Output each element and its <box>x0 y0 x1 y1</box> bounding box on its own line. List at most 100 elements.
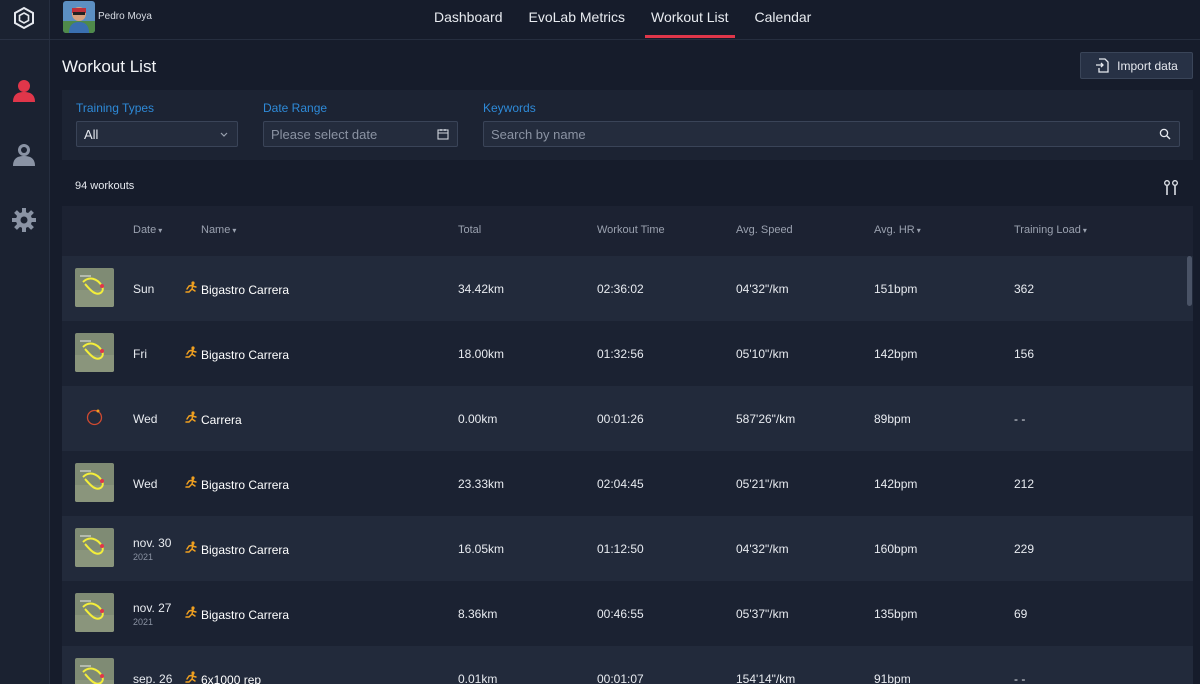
row-total: 16.05km <box>458 542 505 556</box>
row-name-text: Bigastro Carrera <box>201 347 290 362</box>
keywords-label: Keywords <box>483 101 536 115</box>
app-logo-icon[interactable] <box>12 6 36 30</box>
row-name[interactable]: Bigastro Carrera <box>184 476 289 493</box>
column-training-load[interactable]: Training Load ▾ <box>1014 224 1087 236</box>
row-name-text: Carrera <box>201 412 242 427</box>
chevron-down-icon <box>219 127 229 142</box>
workout-count: 94 workouts <box>75 180 135 192</box>
row-avg-speed: 04'32"/km <box>736 542 789 556</box>
table-row[interactable]: sep. 26 6x1000 rep 0.01km 00:01:07 154'14"/k… <box>62 646 1193 684</box>
settings-gear-icon[interactable] <box>9 205 39 235</box>
row-name[interactable]: Bigastro Carrera <box>184 541 289 558</box>
row-training-load: 156 <box>1014 347 1035 361</box>
row-date: nov. 27 <box>133 601 172 615</box>
row-date: Fri <box>133 347 147 361</box>
column-settings-icon[interactable] <box>1162 179 1180 202</box>
row-name-text: Bigastro Carrera <box>201 282 290 297</box>
training-types-value: All <box>84 126 99 142</box>
row-name[interactable]: Bigastro Carrera <box>184 281 289 298</box>
route-map-thumbnail <box>75 528 114 567</box>
row-avg-speed: 05'37"/km <box>736 607 789 621</box>
row-avg-hr: 135bpm <box>874 607 918 621</box>
row-avg-hr: 142bpm <box>874 347 918 361</box>
keywords-search-input[interactable]: Search by name <box>483 121 1180 147</box>
row-avg-speed: 04'32"/km <box>736 282 789 296</box>
main-nav: Dashboard EvoLab Metrics Workout List Ca… <box>434 0 837 40</box>
date-range-label: Date Range <box>263 101 328 115</box>
row-training-load: 212 <box>1014 477 1035 491</box>
row-name-text: 6x1000 rep <box>201 672 262 684</box>
date-range-input[interactable]: Please select date <box>263 121 458 147</box>
column-name[interactable]: Name ▾ <box>201 224 236 236</box>
row-date: Wed <box>133 412 158 426</box>
workout-table: Date ▾ Name ▾ Total Workout Time Avg. Spee… <box>62 206 1193 684</box>
row-avg-hr: 89bpm <box>874 412 911 426</box>
row-date: nov. 30 <box>133 536 172 550</box>
table-row[interactable]: nov. 27 2021 Bigastro Carrera 8.36km 00:46:5… <box>62 581 1193 646</box>
row-training-load: - - <box>1014 672 1026 684</box>
running-icon <box>184 606 198 623</box>
route-map-thumbnail <box>75 593 114 632</box>
username[interactable]: Pedro Moya <box>98 11 152 22</box>
row-name[interactable]: Bigastro Carrera <box>184 346 289 363</box>
row-name[interactable]: Carrera <box>184 411 242 428</box>
row-total: 18.00km <box>458 347 505 361</box>
route-map-thumbnail <box>75 398 114 437</box>
training-types-label: Training Types <box>76 101 155 115</box>
column-total: Total <box>458 224 482 236</box>
row-name[interactable]: 6x1000 rep <box>184 671 261 684</box>
import-file-icon <box>1096 58 1109 73</box>
nav-evolab-metrics[interactable]: EvoLab Metrics <box>529 0 625 38</box>
import-data-button[interactable]: Import data <box>1080 52 1193 79</box>
row-total: 23.33km <box>458 477 505 491</box>
friends-icon[interactable] <box>9 140 39 170</box>
table-row[interactable]: Fri Bigastro Carrera 18.00km 01:32:56 05'10"… <box>62 321 1193 386</box>
running-icon <box>184 411 198 428</box>
table-row[interactable]: Wed Bigastro Carrera 23.33km 02:04:45 05'21"… <box>62 451 1193 516</box>
row-name-text: Bigastro Carrera <box>201 477 290 492</box>
row-workout-time: 01:32:56 <box>597 347 644 361</box>
date-range-placeholder: Please select date <box>271 126 378 142</box>
row-avg-hr: 142bpm <box>874 477 918 491</box>
running-icon <box>184 476 198 493</box>
training-types-select[interactable]: All <box>76 121 238 147</box>
sidebar <box>0 0 50 684</box>
nav-workout-list[interactable]: Workout List <box>645 0 735 38</box>
row-name[interactable]: Bigastro Carrera <box>184 606 289 623</box>
row-avg-speed: 154'14"/km <box>736 672 796 684</box>
table-body: Sun Bigastro Carrera 34.42km 02:36:02 04'32"… <box>62 256 1193 684</box>
route-map-thumbnail <box>75 463 114 502</box>
nav-dashboard[interactable]: Dashboard <box>434 0 503 38</box>
table-scrollbar[interactable] <box>1187 256 1192 306</box>
table-row[interactable]: Sun Bigastro Carrera 34.42km 02:36:02 04'32"… <box>62 256 1193 321</box>
row-workout-time: 02:04:45 <box>597 477 644 491</box>
table-row[interactable]: nov. 30 2021 Bigastro Carrera 16.05km 01:12:… <box>62 516 1193 581</box>
row-avg-hr: 91bpm <box>874 672 911 684</box>
row-year: 2021 <box>133 552 154 562</box>
row-avg-hr: 151bpm <box>874 282 918 296</box>
column-date[interactable]: Date ▾ <box>133 224 162 236</box>
page-title: Workout List <box>62 57 157 76</box>
row-total: 0.00km <box>458 412 498 426</box>
row-workout-time: 02:36:02 <box>597 282 644 296</box>
sidebar-divider <box>0 39 50 40</box>
running-icon <box>184 541 198 558</box>
keywords-placeholder: Search by name <box>491 126 586 142</box>
row-avg-speed: 05'21"/km <box>736 477 789 491</box>
row-total: 8.36km <box>458 607 498 621</box>
avatar[interactable] <box>63 1 95 33</box>
row-training-load: 69 <box>1014 607 1028 621</box>
nav-calendar[interactable]: Calendar <box>755 0 812 38</box>
row-name-text: Bigastro Carrera <box>201 607 290 622</box>
row-training-load: - - <box>1014 412 1026 426</box>
row-total: 34.42km <box>458 282 505 296</box>
user-icon[interactable] <box>9 76 39 106</box>
row-training-load: 229 <box>1014 542 1035 556</box>
table-row[interactable]: Wed Carrera 0.00km 00:01:26 587'26"/km 89bpm -… <box>62 386 1193 451</box>
column-avg-hr[interactable]: Avg. HR ▾ <box>874 224 921 236</box>
search-icon[interactable] <box>1159 128 1171 143</box>
row-workout-time: 01:12:50 <box>597 542 644 556</box>
row-avg-speed: 05'10"/km <box>736 347 789 361</box>
row-workout-time: 00:01:07 <box>597 672 644 684</box>
calendar-icon <box>437 128 449 143</box>
